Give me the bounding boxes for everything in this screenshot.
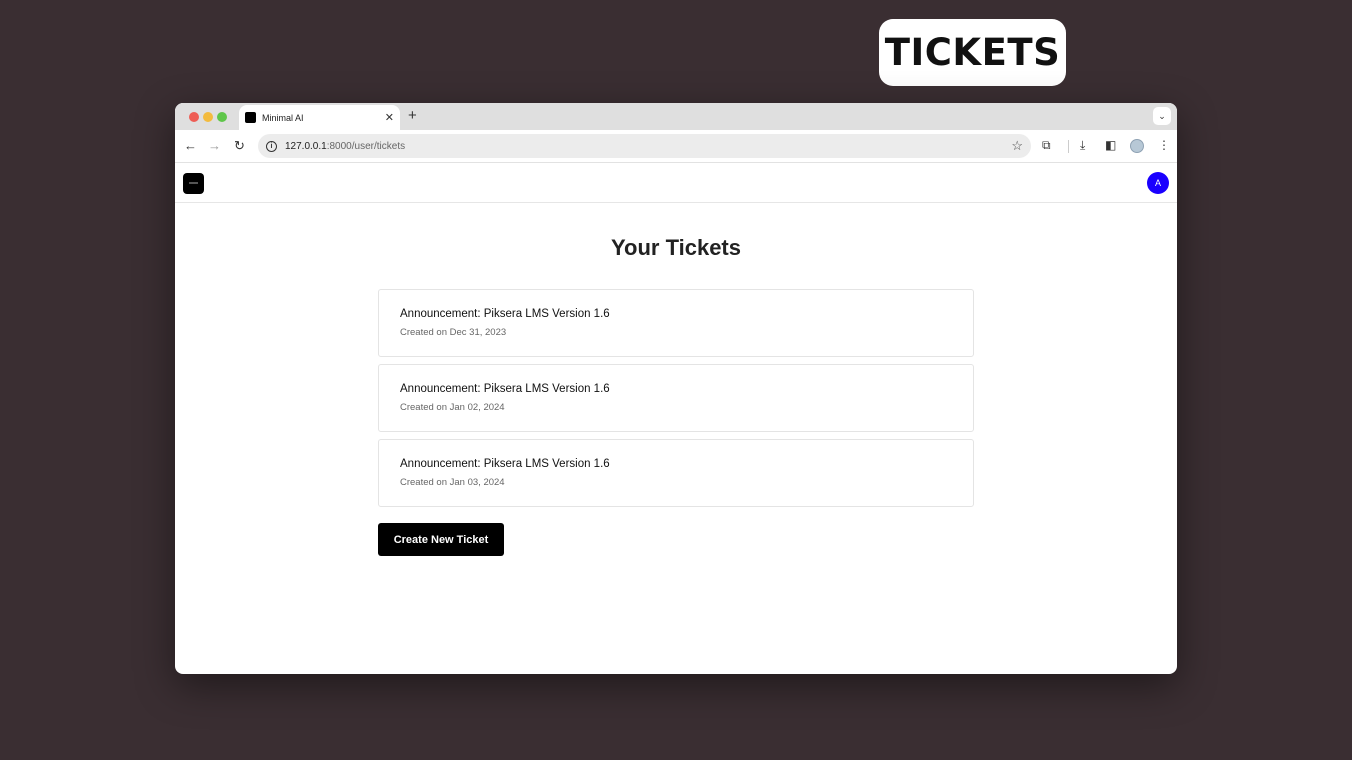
ticket-list: Announcement: Piksera LMS Version 1.6 Cr… — [378, 289, 974, 514]
ticket-date: Created on Dec 31, 2023 — [400, 327, 507, 338]
browser-toolbar: ← → ↻ i 127.0.0.1 :8000/user/tickets ☆ ⧉… — [175, 130, 1177, 163]
favicon-icon — [245, 112, 256, 123]
site-header: A — [175, 163, 1177, 203]
toolbar-divider — [1068, 140, 1069, 153]
ticket-title: Announcement: Piksera LMS Version 1.6 — [400, 383, 610, 395]
back-arrow-icon[interactable]: ← — [184, 138, 197, 154]
tab-strip: Minimal AI ✕ + ⌄ — [175, 103, 1177, 130]
new-tab-icon[interactable]: + — [408, 107, 417, 124]
side-panel-icon[interactable]: ◧ — [1105, 138, 1116, 152]
user-avatar[interactable]: A — [1147, 172, 1169, 194]
browser-profile-avatar[interactable] — [1130, 139, 1144, 153]
page-title: Your Tickets — [610, 235, 741, 260]
download-icon[interactable]: ⤓ — [1080, 138, 1085, 153]
maximize-window-button[interactable] — [217, 112, 227, 122]
reload-icon[interactable]: ↻ — [234, 138, 245, 154]
ticket-card[interactable]: Announcement: Piksera LMS Version 1.6 Cr… — [378, 364, 974, 432]
ticket-title: Announcement: Piksera LMS Version 1.6 — [400, 308, 610, 320]
ticket-date: Created on Jan 03, 2024 — [400, 477, 505, 488]
browser-tab[interactable]: Minimal AI ✕ — [239, 105, 400, 130]
tab-close-icon[interactable]: ✕ — [385, 111, 394, 124]
browser-menu-icon[interactable]: ⋮ — [1158, 138, 1170, 152]
ticket-title: Announcement: Piksera LMS Version 1.6 — [400, 458, 610, 470]
url-host: 127.0.0.1 — [285, 140, 327, 152]
create-new-ticket-button[interactable]: Create New Ticket — [378, 523, 504, 556]
ticket-card[interactable]: Announcement: Piksera LMS Version 1.6 Cr… — [378, 289, 974, 357]
minimize-window-button[interactable] — [203, 112, 213, 122]
extensions-icon[interactable]: ⧉ — [1042, 138, 1051, 153]
tab-title: Minimal AI — [262, 112, 304, 123]
url-path: :8000/user/tickets — [326, 140, 406, 152]
tickets-badge: TICKETS — [879, 19, 1066, 86]
browser-window: Minimal AI ✕ + ⌄ ← → ↻ i 127.0.0.1 :8000… — [175, 103, 1177, 674]
ticket-card[interactable]: Announcement: Piksera LMS Version 1.6 Cr… — [378, 439, 974, 507]
site-logo[interactable] — [183, 173, 204, 194]
forward-arrow-icon[interactable]: → — [208, 138, 221, 154]
main-content: Your Tickets Announcement: Piksera LMS V… — [175, 203, 1177, 673]
bookmark-star-icon[interactable]: ☆ — [1011, 138, 1023, 154]
ticket-date: Created on Jan 02, 2024 — [400, 402, 505, 413]
site-info-icon[interactable]: i — [266, 140, 277, 152]
address-bar[interactable]: i 127.0.0.1 :8000/user/tickets ☆ — [258, 134, 1031, 158]
close-window-button[interactable] — [189, 112, 199, 122]
tab-search-chevron-icon[interactable]: ⌄ — [1153, 107, 1171, 125]
